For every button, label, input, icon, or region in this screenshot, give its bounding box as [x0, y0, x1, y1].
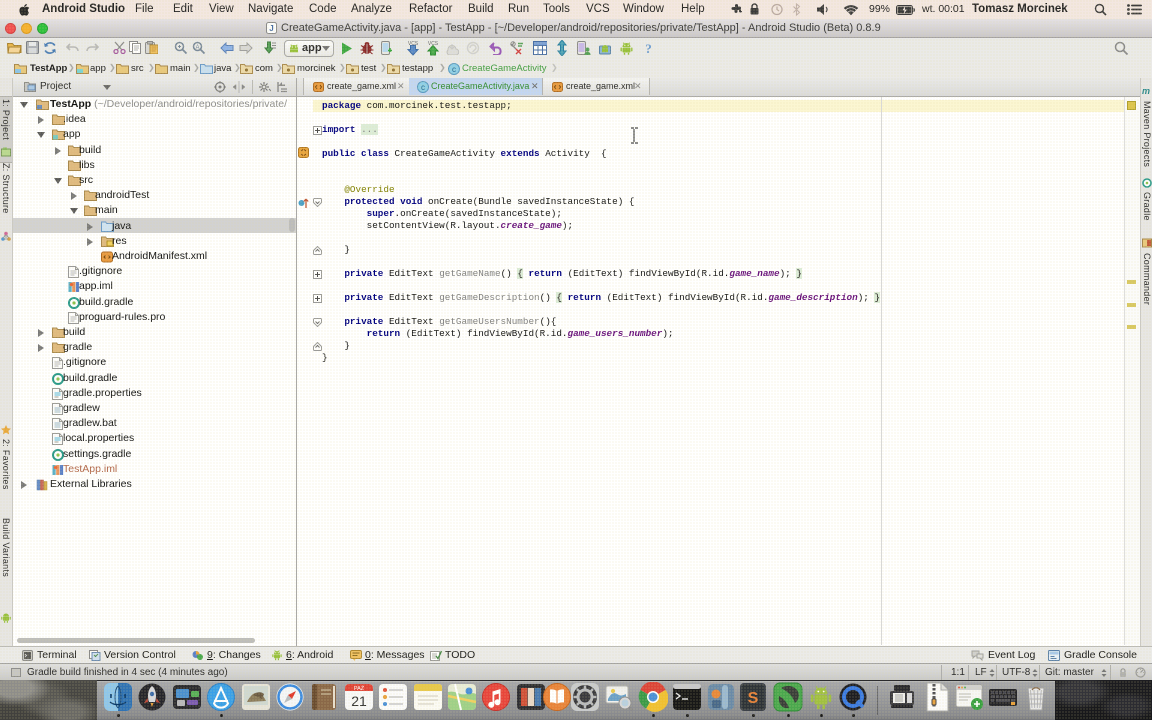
- svg-text:A: A: [195, 45, 199, 51]
- svg-text:c: c: [452, 65, 456, 74]
- svg-text:21: 21: [351, 693, 367, 709]
- svg-text:c: c: [421, 83, 425, 92]
- svg-text:J: J: [269, 24, 273, 33]
- svg-text:?: ?: [645, 41, 652, 55]
- svg-text:PAŹ: PAŹ: [354, 685, 365, 692]
- svg-text:S: S: [748, 690, 759, 707]
